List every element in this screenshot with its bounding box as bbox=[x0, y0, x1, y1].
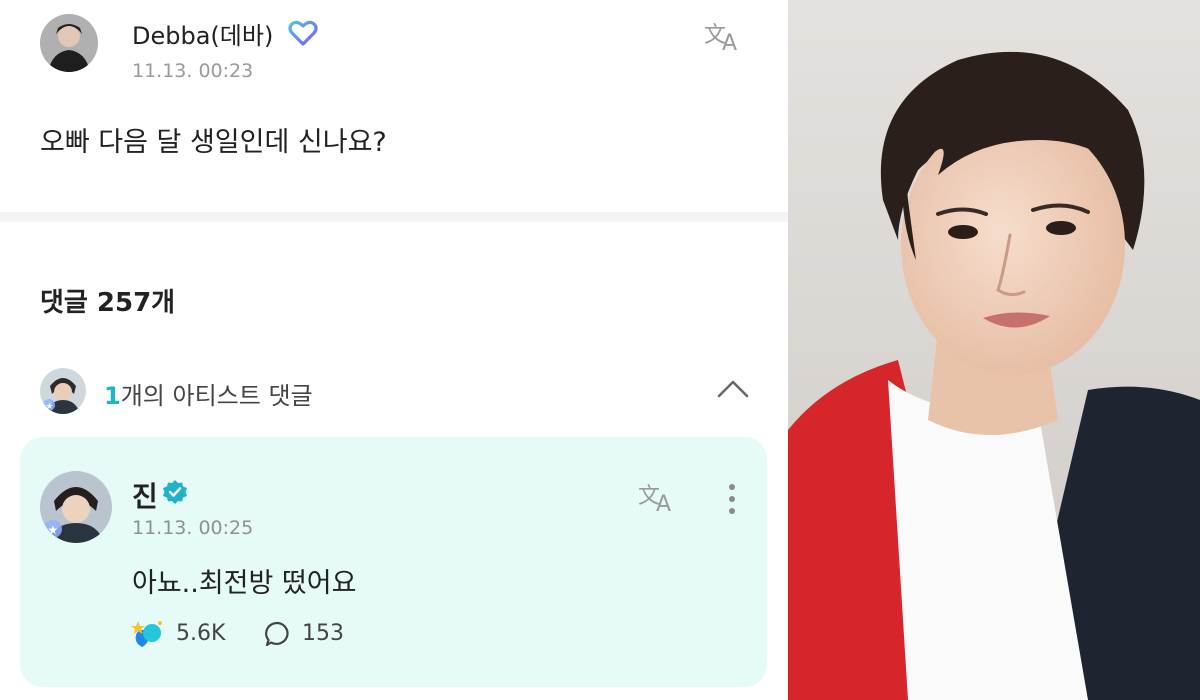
artist-photo-panel bbox=[788, 0, 1200, 700]
artist-name[interactable]: 진 bbox=[132, 475, 158, 515]
post-body-text: 오빠 다음 달 생일인데 신나요? bbox=[40, 127, 387, 158]
section-divider bbox=[0, 212, 788, 222]
artist-mini-avatar: ★ bbox=[40, 368, 86, 414]
svg-text:★: ★ bbox=[46, 402, 54, 412]
svg-text:A: A bbox=[656, 492, 671, 517]
artist-comment-text: 아뇨..최전방 떴어요 bbox=[132, 568, 357, 599]
heart-badge-icon bbox=[288, 20, 318, 46]
reply-count: 153 bbox=[302, 621, 344, 646]
post-author-avatar[interactable] bbox=[40, 14, 98, 72]
svg-text:★: ★ bbox=[48, 523, 59, 537]
post-timestamp: 11.13. 00:23 bbox=[132, 60, 254, 82]
artist-avatar[interactable]: ★ bbox=[40, 471, 112, 543]
post-panel: Debba(데바) 11.13. 00:23 文 A 오빠 다음 달 생일인데 … bbox=[0, 0, 788, 700]
verified-badge-icon bbox=[163, 480, 187, 504]
more-options-icon[interactable] bbox=[720, 481, 744, 517]
chevron-up-icon[interactable] bbox=[716, 376, 750, 400]
like-count: 5.6K bbox=[176, 621, 226, 646]
reply-icon[interactable] bbox=[264, 620, 292, 648]
artist-comments-label: 1개의 아티스트 댓글 bbox=[104, 376, 313, 411]
artist-comments-text: 개의 아티스트 댓글 bbox=[120, 382, 313, 410]
svg-text:A: A bbox=[722, 31, 737, 56]
artist-comment-timestamp: 11.13. 00:25 bbox=[132, 517, 254, 539]
artist-comments-toggle[interactable]: ★ 1개의 아티스트 댓글 bbox=[40, 368, 760, 416]
comments-count-title: 댓글 257개 bbox=[40, 288, 176, 318]
post-author-name[interactable]: Debba(데바) bbox=[132, 16, 273, 51]
artist-comment-card: ★ 진 11.13. 00:25 文 A 아뇨..최전방 떴어요 5.6K 15… bbox=[20, 437, 767, 687]
translate-icon[interactable]: 文 A bbox=[636, 477, 680, 517]
translate-icon[interactable]: 文 A bbox=[702, 16, 746, 56]
like-icon[interactable] bbox=[130, 617, 166, 649]
artist-comments-count: 1 bbox=[104, 382, 121, 410]
artist-portrait-image bbox=[788, 0, 1200, 700]
